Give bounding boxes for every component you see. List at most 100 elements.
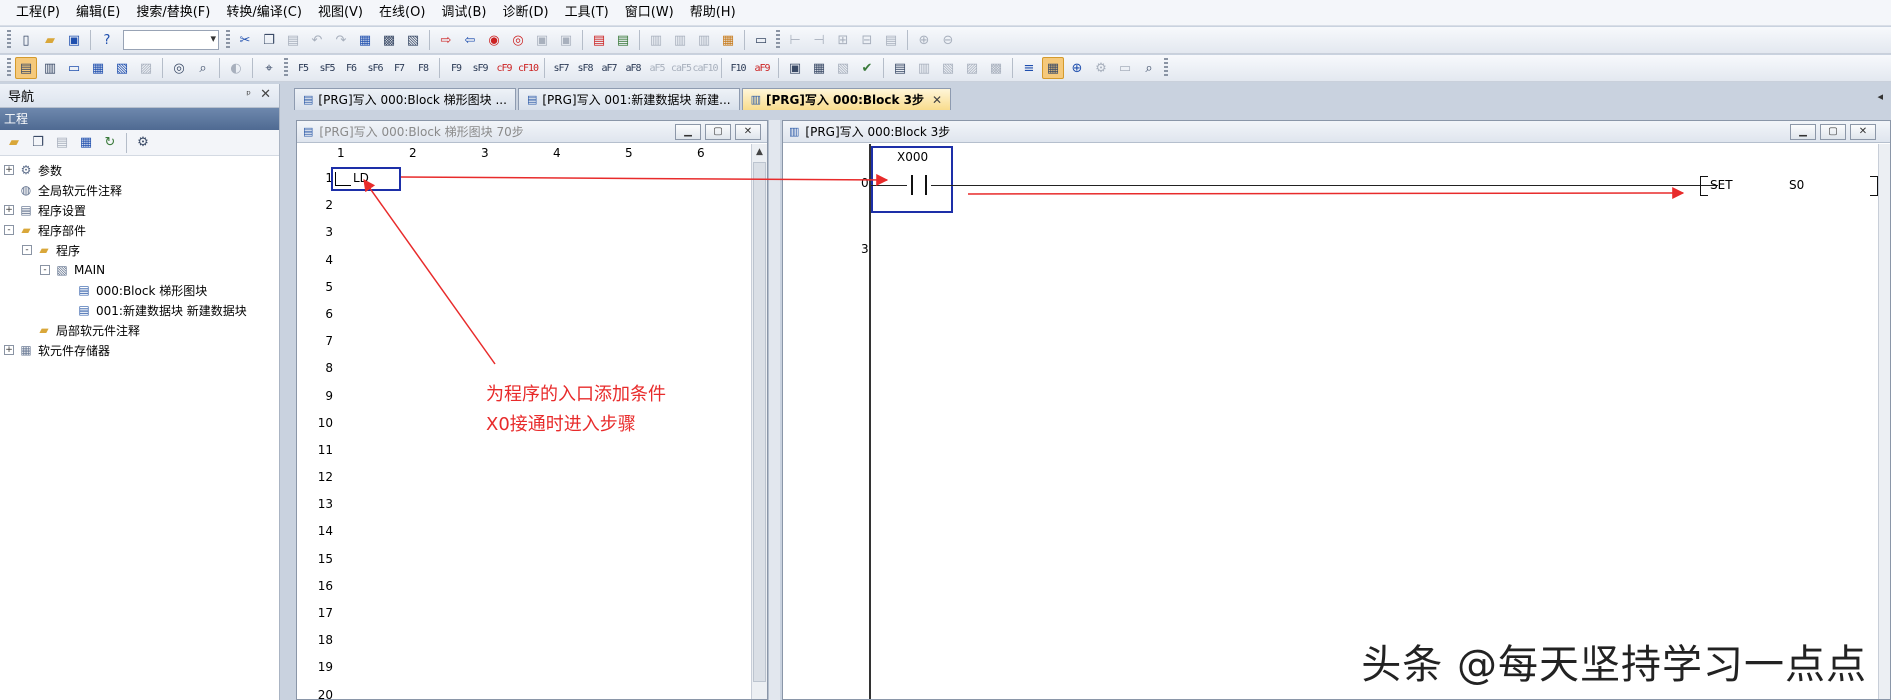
list-mode-icon[interactable]: ▭ <box>63 57 85 79</box>
device-monitor-icon[interactable]: ▨ <box>135 57 157 79</box>
scroll-up-icon[interactable]: ▲ <box>752 144 767 160</box>
pointer-icon[interactable]: ▧ <box>937 57 959 79</box>
menu-window[interactable]: 窗口(W) <box>617 0 682 26</box>
tree-item-program-parts[interactable]: - ▰ 程序部件 <box>0 220 279 240</box>
tree-item-block-001[interactable]: ▤ 001:新建数据块 新建数据块 <box>0 300 279 320</box>
toolbar-grip[interactable] <box>776 30 780 50</box>
tree-item-device-memory[interactable]: + ▦ 软元件存储器 <box>0 340 279 360</box>
filter-icon[interactable]: ⚙ <box>132 132 154 154</box>
menu-online[interactable]: 在线(O) <box>371 0 433 26</box>
expand-icon[interactable]: + <box>4 165 14 175</box>
help-search-combo[interactable] <box>123 30 219 50</box>
align-left-icon[interactable]: ⊢ <box>784 29 806 51</box>
ladder-edit-icon[interactable]: ▦ <box>1042 57 1064 79</box>
menu-debug[interactable]: 调试(B) <box>433 0 494 26</box>
ladder-key-f10[interactable]: F10 <box>727 57 749 79</box>
tree-item-main[interactable]: - ▧ MAIN <box>0 260 279 280</box>
ladder-key-sf9[interactable]: sF9 <box>469 57 491 79</box>
ladder-key-f7[interactable]: F7 <box>388 57 410 79</box>
toolbar-grip[interactable] <box>7 58 11 78</box>
coil-instruction[interactable]: SET <box>1710 178 1733 192</box>
display-icon[interactable]: ▭ <box>750 29 772 51</box>
ladder-key-sf6[interactable]: sF6 <box>364 57 386 79</box>
simulation-icon[interactable]: ▦ <box>717 29 739 51</box>
close-button[interactable]: ✕ <box>1850 124 1876 140</box>
convert-icon[interactable]: ▣ <box>784 57 806 79</box>
paste-data-icon[interactable]: ▤ <box>51 132 73 154</box>
refresh-icon[interactable]: ↻ <box>99 132 121 154</box>
device-display-icon[interactable]: ▦ <box>87 57 109 79</box>
menu-diagnostics[interactable]: 诊断(D) <box>494 0 556 26</box>
watch-glasses-icon[interactable]: ◎ <box>168 57 190 79</box>
scrollbar-thumb[interactable] <box>753 162 766 682</box>
monitor-all-icon[interactable]: ▣ <box>531 29 553 51</box>
write-to-plc-icon[interactable]: ⇨ <box>435 29 457 51</box>
comment-icon[interactable]: ▤ <box>880 29 902 51</box>
align-center-icon[interactable]: ⊣ <box>808 29 830 51</box>
ladder-key-f5[interactable]: F5 <box>292 57 314 79</box>
expand-icon[interactable]: + <box>4 205 14 215</box>
tab-block-001-data[interactable]: ▤ [PRG]写入 001:新建数据块 新建... <box>517 88 740 110</box>
ladder-key-cf10[interactable]: cF10 <box>517 57 539 79</box>
statement-icon[interactable]: ▤ <box>889 57 911 79</box>
vertical-scrollbar[interactable]: ▲ <box>751 144 767 699</box>
paste-icon[interactable]: ▤ <box>282 29 304 51</box>
device-test-icon[interactable]: ▤ <box>612 29 634 51</box>
pin-icon[interactable]: ᵖ <box>246 88 251 101</box>
tree-item-program-settings[interactable]: + ▤ 程序设置 <box>0 200 279 220</box>
toolbar-grip[interactable] <box>1164 58 1168 78</box>
ladder-canvas[interactable]: 0 3 X000 SET S0 <box>783 144 1890 699</box>
coil-device[interactable]: S0 <box>1789 178 1804 192</box>
ladder-key-af9[interactable]: aF9 <box>751 57 773 79</box>
skip-icon[interactable]: ▥ <box>693 29 715 51</box>
ladder-key-f8[interactable]: F8 <box>412 57 434 79</box>
collapse-icon[interactable]: - <box>4 225 14 235</box>
ladder-key-f9[interactable]: F9 <box>445 57 467 79</box>
monitor-start-icon[interactable]: ◉ <box>483 29 505 51</box>
tree-item-parameters[interactable]: + ⚙ 参数 <box>0 160 279 180</box>
copy-data-icon[interactable]: ❐ <box>27 132 49 154</box>
menu-edit[interactable]: 编辑(E) <box>68 0 128 26</box>
online-change-icon[interactable]: ▧ <box>832 57 854 79</box>
expand-icon[interactable]: + <box>4 345 14 355</box>
tree-item-global-comment[interactable]: ◍ 全局软元件注释 <box>0 180 279 200</box>
menu-search-replace[interactable]: 搜索/替换(F) <box>128 0 218 26</box>
property-icon[interactable]: ▦ <box>75 132 97 154</box>
label-icon[interactable]: ▨ <box>961 57 983 79</box>
collapse-icon[interactable]: - <box>40 265 50 275</box>
step-run-icon[interactable]: ▥ <box>645 29 667 51</box>
ladder-key-af5[interactable]: aF5 <box>646 57 668 79</box>
search-icon[interactable]: ⌕ <box>192 57 214 79</box>
toolbar-grip[interactable] <box>284 58 288 78</box>
toolbar-grip[interactable] <box>7 30 11 50</box>
zoom-icon[interactable]: ⊕ <box>1066 57 1088 79</box>
find-device-icon[interactable]: ▩ <box>378 29 400 51</box>
ladder-key-caf10[interactable]: caF10 <box>692 57 718 79</box>
check-icon[interactable]: ✔ <box>856 57 878 79</box>
menu-view[interactable]: 视图(V) <box>310 0 371 26</box>
minimize-button[interactable]: ▁ <box>675 124 701 140</box>
save-icon[interactable]: ▣ <box>63 29 85 51</box>
note-icon[interactable]: ▥ <box>913 57 935 79</box>
normally-open-contact[interactable] <box>907 175 931 195</box>
menu-project[interactable]: 工程(P) <box>8 0 68 26</box>
binoculars-icon[interactable]: ⌖ <box>258 57 280 79</box>
menu-convert-compile[interactable]: 转换/编译(C) <box>218 0 310 26</box>
find-instruction-icon[interactable]: ▧ <box>402 29 424 51</box>
trace-icon[interactable]: ▩ <box>985 57 1007 79</box>
insert-row-icon[interactable]: ⊞ <box>832 29 854 51</box>
redo-icon[interactable]: ↷ <box>330 29 352 51</box>
undo-icon[interactable]: ↶ <box>306 29 328 51</box>
tree-item-block-000[interactable]: ▤ 000:Block 梯形图块 <box>0 280 279 300</box>
zoom-in-icon[interactable]: ⊕ <box>913 29 935 51</box>
device-batch-icon[interactable]: ▤ <box>588 29 610 51</box>
cut-icon[interactable]: ✂ <box>234 29 256 51</box>
minimize-button[interactable]: ▁ <box>1790 124 1816 140</box>
ladder-key-sf7[interactable]: sF7 <box>550 57 572 79</box>
delete-row-icon[interactable]: ⊟ <box>856 29 878 51</box>
magnifier-icon[interactable]: ⌕ <box>1138 57 1160 79</box>
compile-icon[interactable]: ◐ <box>225 57 247 79</box>
device-comment-icon[interactable]: ▧ <box>111 57 133 79</box>
tab-close-icon[interactable]: ✕ <box>932 93 942 107</box>
new-data-icon[interactable]: ▰ <box>3 132 25 154</box>
